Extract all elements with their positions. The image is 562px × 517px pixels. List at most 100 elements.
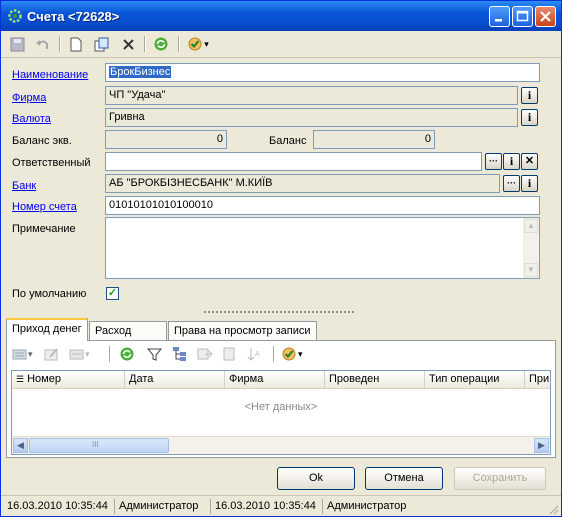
- copy-record-button[interactable]: [92, 35, 110, 53]
- column-operation-type-label: Тип операции: [429, 373, 500, 385]
- bank-info-button[interactable]: i: [521, 175, 538, 192]
- note-scrollbar[interactable]: ▲ ▼: [523, 218, 539, 278]
- delete-record-menu-button[interactable]: ▾: [69, 345, 90, 363]
- scroll-down-icon[interactable]: ▼: [524, 263, 538, 277]
- scroll-left-icon[interactable]: ◀: [13, 438, 28, 453]
- status-created-date: 16.03.2010 10:35:44: [3, 499, 115, 514]
- main-toolbar: ▾: [1, 31, 561, 58]
- toolbar-separator: [144, 36, 146, 52]
- move-record-button[interactable]: [197, 345, 213, 363]
- tab-access-rights[interactable]: Права на просмотр записи: [168, 321, 317, 340]
- edit-record-button[interactable]: [44, 345, 60, 363]
- save-tool-button[interactable]: [8, 35, 26, 53]
- column-firm-label: Фирма: [229, 373, 264, 385]
- balance-value: 0: [424, 133, 431, 145]
- toolbar-separator: [59, 36, 61, 52]
- undo-icon: [35, 39, 48, 49]
- sort-icon: A: [247, 348, 260, 361]
- name-label[interactable]: Наименование: [12, 69, 88, 81]
- checkmark-actions-icon: [188, 37, 202, 51]
- grid-header: ☰ Номер Дата Фирма Проведен Тип операции …: [12, 371, 550, 389]
- name-field[interactable]: БрокБизнес: [105, 63, 540, 82]
- ellipsis-icon: ···: [489, 156, 498, 166]
- responsible-field[interactable]: [105, 152, 482, 171]
- firm-field[interactable]: ЧП "Удача": [105, 86, 518, 105]
- close-icon: [540, 11, 551, 22]
- balance-eq-label: Баланс экв.: [12, 135, 72, 147]
- title-bar[interactable]: Счета <72628>: [1, 1, 561, 31]
- tree-view-button[interactable]: [172, 345, 188, 363]
- responsible-info-button[interactable]: i: [503, 153, 520, 170]
- scroll-right-icon[interactable]: ▶: [534, 438, 549, 453]
- responsible-clear-button[interactable]: ✕: [521, 153, 538, 170]
- delete-button[interactable]: [119, 35, 137, 53]
- grid-horizontal-scrollbar[interactable]: ◀ III ▶: [12, 436, 550, 454]
- floppy-disk-icon: [10, 37, 24, 51]
- column-number[interactable]: ☰ Номер: [12, 371, 125, 388]
- info-icon: i: [527, 176, 532, 190]
- close-window-button[interactable]: [535, 6, 556, 27]
- bank-select-button[interactable]: ···: [503, 175, 520, 192]
- scroll-thumb[interactable]: III: [29, 438, 169, 453]
- info-icon: i: [527, 110, 532, 124]
- edit-icon: [44, 348, 58, 361]
- income-grid: ☰ Номер Дата Фирма Проведен Тип операции …: [11, 370, 551, 455]
- column-posted[interactable]: Проведен: [325, 371, 425, 388]
- undo-tool-button[interactable]: [33, 35, 51, 53]
- note-textarea[interactable]: ▲ ▼: [105, 217, 540, 279]
- account-number-label[interactable]: Номер счета: [12, 201, 77, 213]
- checkmark-icon: ✓: [107, 287, 118, 299]
- balance-field: 0: [313, 130, 435, 149]
- chevron-down-icon: ▾: [28, 348, 33, 359]
- cancel-button[interactable]: Отмена: [365, 467, 443, 490]
- empty-grid-message: <Нет данных>: [244, 401, 318, 413]
- column-date-label: Дата: [129, 373, 154, 385]
- default-checkbox[interactable]: ✓: [106, 287, 119, 300]
- minimize-button[interactable]: [489, 6, 510, 27]
- document-button[interactable]: [222, 345, 236, 363]
- status-modifier: Администратор: [327, 500, 407, 512]
- ok-button[interactable]: Ok: [277, 467, 355, 490]
- income-panel: ▾ ▾ A ▾ ☰ Номер Дата Фирма Проведен Тип о…: [6, 340, 556, 458]
- firm-info-button[interactable]: i: [521, 87, 538, 104]
- refresh-button[interactable]: [152, 35, 170, 53]
- tab-income[interactable]: Приход денег: [6, 318, 88, 341]
- filter-icon: [147, 348, 162, 361]
- responsible-select-button[interactable]: ···: [485, 153, 502, 170]
- resize-grip-icon[interactable]: [547, 503, 559, 515]
- grid-actions-menu-button[interactable]: ▾: [281, 345, 303, 363]
- sort-button[interactable]: A: [247, 345, 261, 363]
- column-number-label: Номер: [27, 373, 61, 385]
- responsible-label: Ответственный: [12, 157, 91, 169]
- maximize-button[interactable]: [512, 6, 533, 27]
- firm-value: ЧП "Удача": [109, 89, 166, 101]
- tab-expense[interactable]: Расход денег: [89, 321, 167, 349]
- bank-field[interactable]: АБ "БРОКБІЗНЕСБАНК" М.КИЇВ: [105, 174, 500, 193]
- info-icon: i: [509, 154, 514, 168]
- tab-income-label: Приход денег: [12, 323, 82, 335]
- bank-label[interactable]: Банк: [12, 180, 36, 192]
- add-record-menu-button[interactable]: ▾: [12, 345, 33, 363]
- copy-icon: [94, 37, 108, 51]
- splitter-handle[interactable]: [203, 310, 355, 315]
- currency-field[interactable]: Гривна: [105, 108, 518, 127]
- column-firm[interactable]: Фирма: [225, 371, 325, 388]
- chevron-down-icon: ▾: [85, 348, 90, 359]
- filter-button[interactable]: [147, 345, 162, 363]
- hierarchy-icon: [173, 347, 186, 361]
- refresh-icon: [154, 37, 168, 51]
- scroll-up-icon[interactable]: ▲: [524, 219, 538, 233]
- column-date[interactable]: Дата: [125, 371, 225, 388]
- currency-label[interactable]: Валюта: [12, 113, 51, 125]
- actions-menu-button[interactable]: ▾: [184, 35, 212, 53]
- note-label: Примечание: [12, 223, 76, 235]
- grid-refresh-button[interactable]: [119, 345, 135, 363]
- column-operation-type[interactable]: Тип операции: [425, 371, 525, 388]
- save-button[interactable]: Сохранить: [454, 467, 546, 490]
- currency-info-button[interactable]: i: [521, 109, 538, 126]
- new-document-button[interactable]: [66, 35, 84, 53]
- scroll-grip: III: [92, 440, 99, 449]
- firm-label[interactable]: Фирма: [12, 92, 46, 104]
- account-number-field[interactable]: 01010101010100010: [105, 196, 540, 215]
- column-note[interactable]: При: [525, 371, 550, 388]
